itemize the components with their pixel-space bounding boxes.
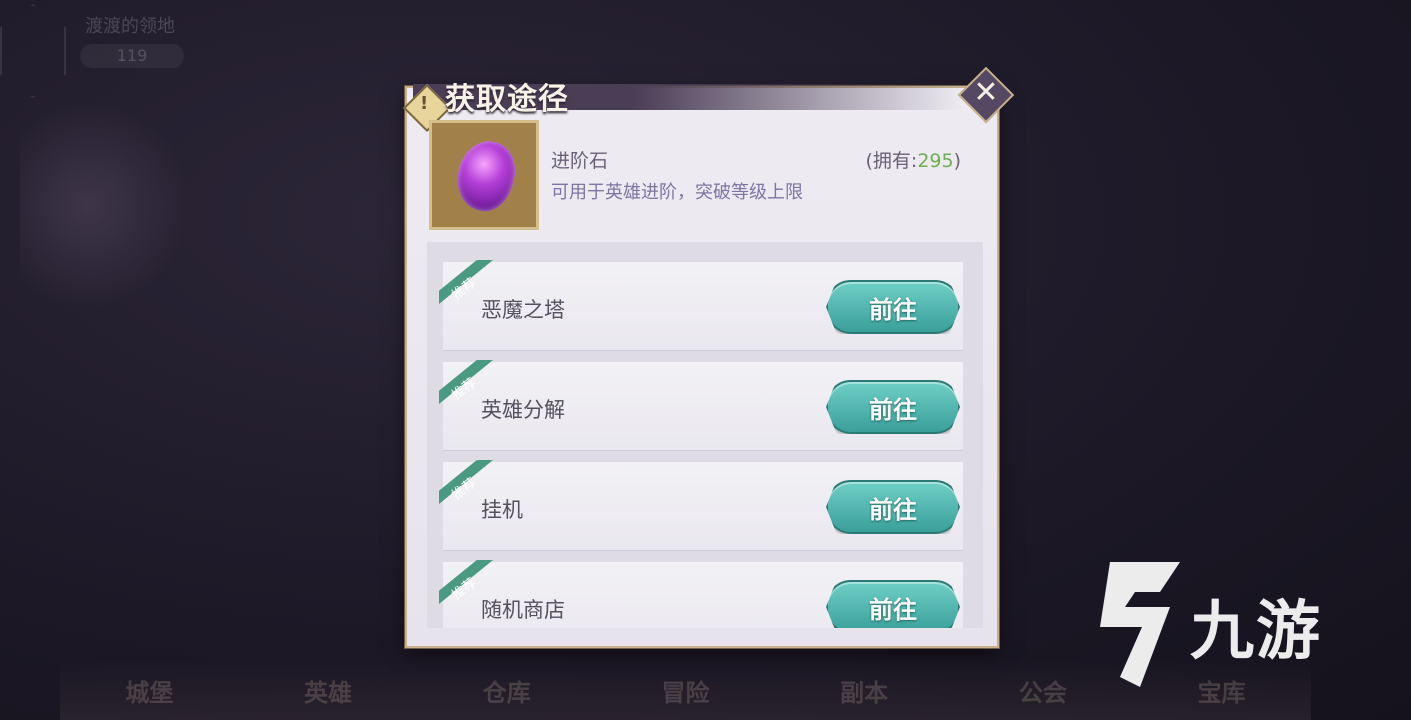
list-item: 推荐 恶魔之塔 前往 <box>439 260 963 350</box>
close-button[interactable]: ✕ <box>957 66 1015 124</box>
recommend-tag: 推荐 <box>449 575 480 604</box>
watermark-text: 九游 <box>1190 595 1322 669</box>
list-item: 推荐 随机商店 前往 <box>439 560 963 628</box>
owned-number: 295 <box>917 150 954 172</box>
go-button-label: 前往 <box>869 595 917 624</box>
player-avatar-frame[interactable] <box>0 4 66 98</box>
jiuyou-watermark: 九游 <box>1080 552 1380 692</box>
recommend-tag: 推荐 <box>449 275 480 304</box>
item-name: 进阶石 <box>551 150 609 172</box>
dialog-title: 获取途径 <box>445 82 569 117</box>
jiuyou-logo-icon <box>1100 562 1180 687</box>
owned-suffix: ) <box>953 150 961 172</box>
nav-warehouse[interactable]: 仓库 <box>483 673 531 708</box>
owned-count: (拥有:295) <box>865 146 961 173</box>
list-item: 推荐 英雄分解 前往 <box>439 360 963 450</box>
purple-gem-icon <box>448 134 524 218</box>
close-icon: ✕ <box>973 75 999 110</box>
go-button[interactable]: 前往 <box>826 480 960 534</box>
player-name: 渡渡的领地 <box>85 16 175 37</box>
list-item: 推荐 挂机 前往 <box>439 460 963 550</box>
recommend-tag: 推荐 <box>449 475 480 504</box>
source-list[interactable]: 推荐 恶魔之塔 前往 推荐 英雄分解 前往 推荐 挂机 前往 推荐 随机商店 前… <box>427 242 983 628</box>
item-icon-frame <box>429 120 539 230</box>
nav-heroes[interactable]: 英雄 <box>304 673 352 708</box>
acquire-dialog: ! 获取途径 ✕ 进阶石 可用于英雄进阶，突破等级上限 (拥有:295) 推荐 … <box>402 66 1015 648</box>
recommend-tag: 推荐 <box>449 375 480 404</box>
nav-adventure[interactable]: 冒险 <box>661 673 709 708</box>
go-button[interactable]: 前往 <box>826 580 960 628</box>
exclamation-icon: ! <box>420 93 429 114</box>
nav-guild[interactable]: 公会 <box>1019 673 1067 708</box>
source-name: 恶魔之塔 <box>481 298 565 322</box>
background-emblem <box>20 100 190 310</box>
go-button-label: 前往 <box>869 395 917 424</box>
source-name: 挂机 <box>481 498 523 522</box>
nav-castle[interactable]: 城堡 <box>125 673 173 708</box>
go-button[interactable]: 前往 <box>826 380 960 434</box>
player-power: 119 <box>80 44 184 68</box>
source-name: 英雄分解 <box>481 398 565 422</box>
go-button-label: 前往 <box>869 295 917 324</box>
item-description: 可用于英雄进阶，突破等级上限 <box>551 182 803 203</box>
nav-dungeon[interactable]: 副本 <box>840 673 888 708</box>
source-name: 随机商店 <box>481 598 565 622</box>
owned-prefix: (拥有: <box>865 150 918 172</box>
go-button[interactable]: 前往 <box>826 280 960 334</box>
go-button-label: 前往 <box>869 495 917 524</box>
